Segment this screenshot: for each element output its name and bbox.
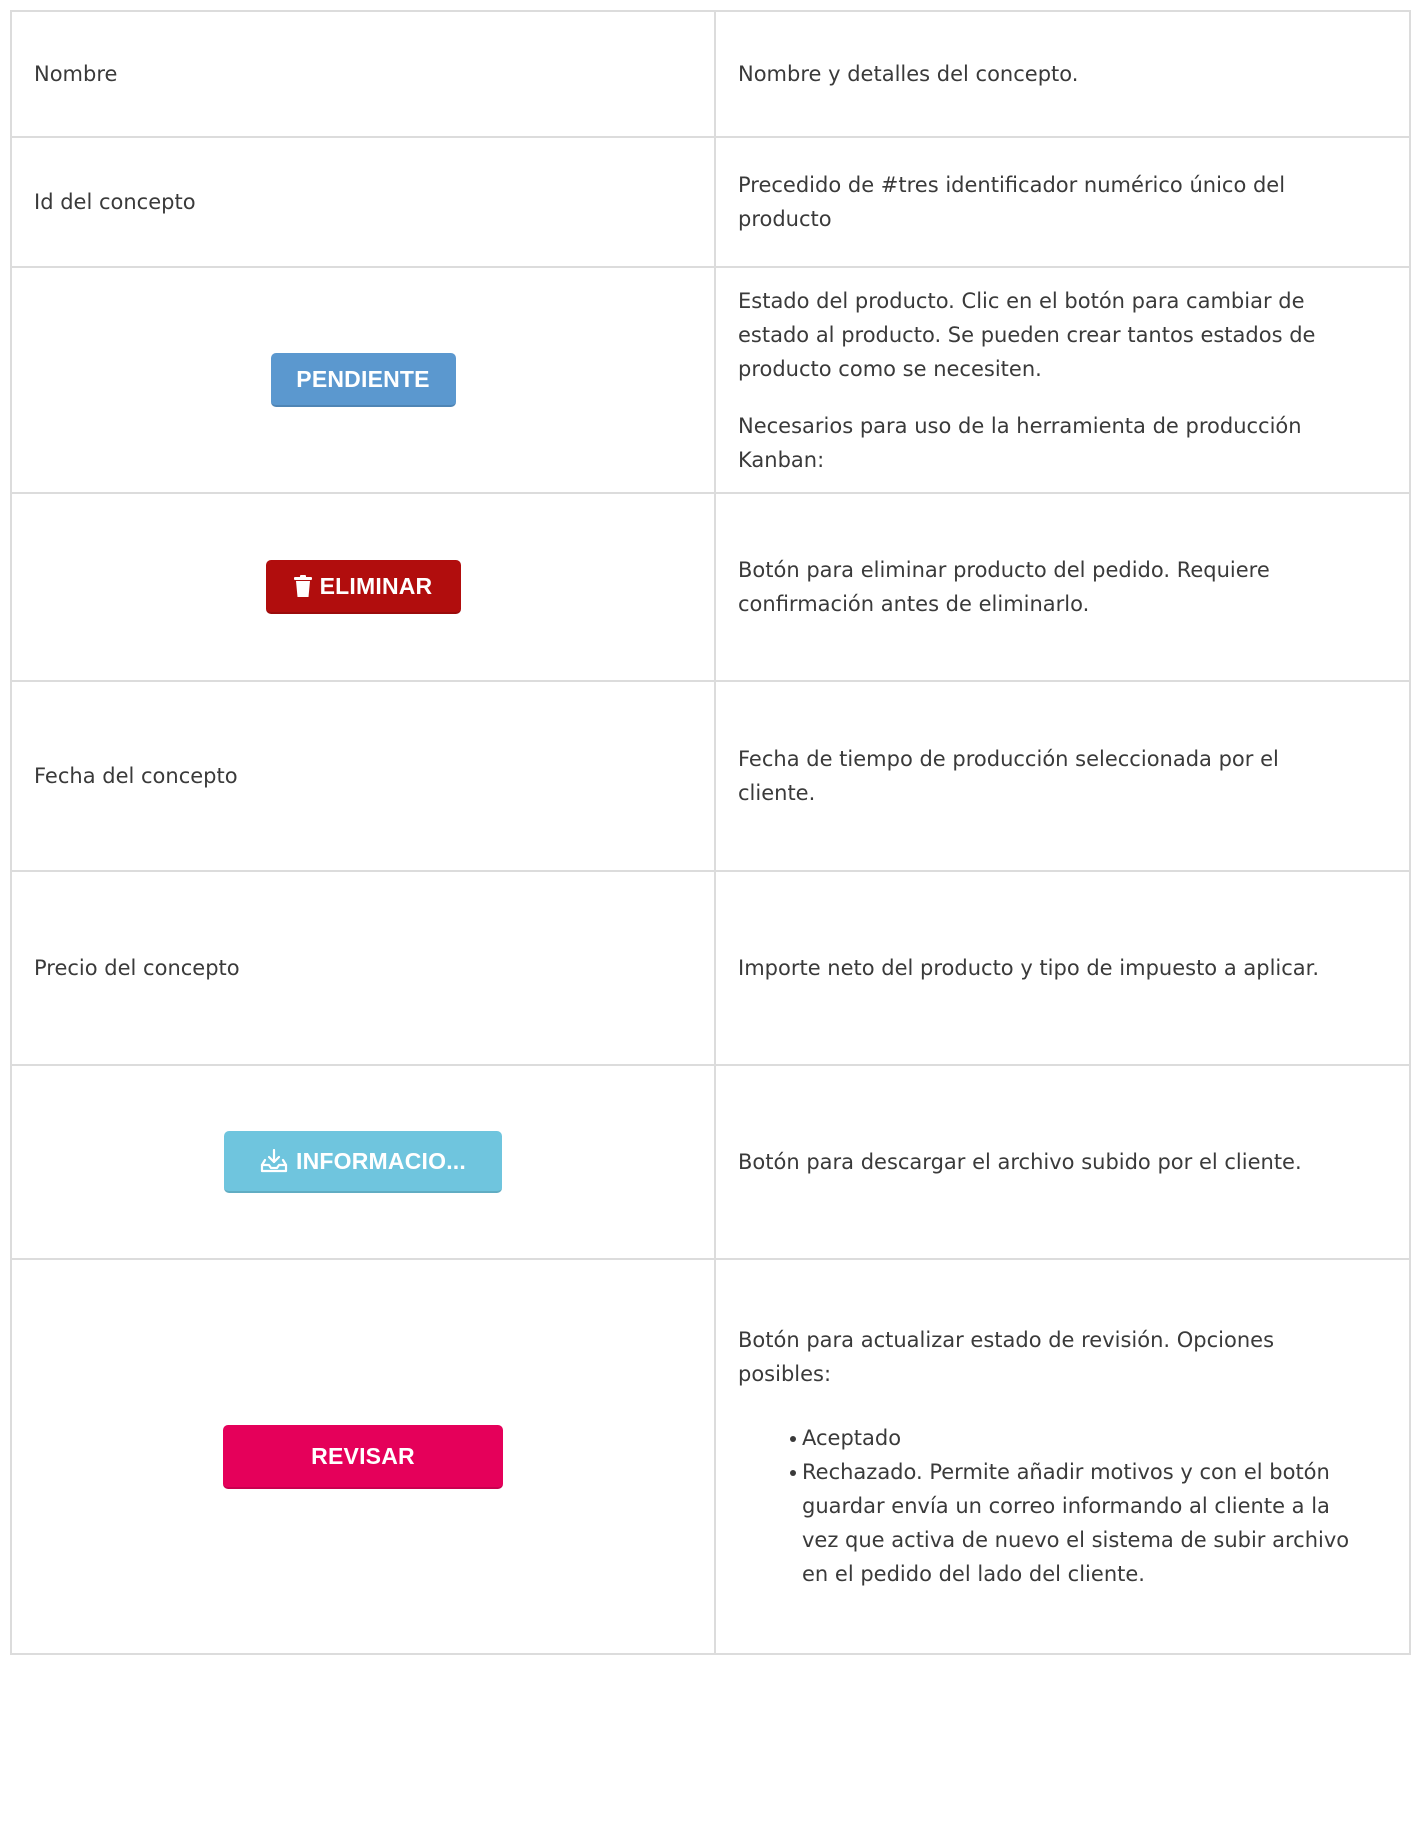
list-item: Aceptado — [790, 1421, 1357, 1455]
field-name-cell: Nombre — [10, 10, 716, 138]
button-label: PENDIENTE — [296, 366, 430, 392]
button-label: ELIMINAR — [319, 573, 433, 599]
field-label: Nombre — [34, 62, 118, 86]
list-item: Rechazado. Permite añadir motivos y con … — [790, 1455, 1357, 1591]
field-name-cell: Id del concepto — [10, 136, 716, 268]
field-label: Precio del concepto — [34, 956, 240, 980]
trash-icon — [293, 575, 312, 597]
field-description-cell: Estado del producto. Clic en el botón pa… — [714, 266, 1411, 494]
field-description: Botón para descargar el archivo subido p… — [738, 1150, 1302, 1174]
table-row: Fecha del concepto Fecha de tiempo de pr… — [10, 680, 1411, 872]
field-description-cell: Nombre y detalles del concepto. — [714, 10, 1411, 138]
field-description: Botón para actualizar estado de revisión… — [738, 1327, 1275, 1386]
field-description-cell: Fecha de tiempo de producción selecciona… — [714, 680, 1411, 872]
field-name-cell: ELIMINAR — [10, 492, 716, 682]
table-row: Precio del concepto Importe neto del pro… — [10, 870, 1411, 1066]
table-row: ELIMINAR Botón para eliminar producto de… — [10, 492, 1411, 682]
download-tray-icon — [260, 1149, 288, 1173]
pendiente-status-button[interactable]: PENDIENTE — [270, 353, 456, 407]
field-description: Botón para eliminar producto del pedido.… — [738, 558, 1270, 616]
field-name-cell: Precio del concepto — [10, 870, 716, 1066]
informacion-download-button[interactable]: INFORMACIO... — [224, 1131, 502, 1193]
field-name-cell: REVISAR — [10, 1258, 716, 1655]
concept-fields-table: Nombre Nombre y detalles del concepto. I… — [10, 10, 1411, 1655]
eliminar-button[interactable]: ELIMINAR — [265, 560, 461, 614]
field-description: Estado del producto. Clic en el botón pa… — [738, 288, 1316, 381]
button-label: REVISAR — [311, 1442, 415, 1469]
field-label: Fecha del concepto — [34, 764, 238, 788]
table-row: Nombre Nombre y detalles del concepto. — [10, 10, 1411, 138]
field-name-cell: PENDIENTE — [10, 266, 716, 494]
field-description-cell: Botón para descargar el archivo subido p… — [714, 1064, 1411, 1260]
field-description-cell: Botón para eliminar producto del pedido.… — [714, 492, 1411, 682]
revisar-button[interactable]: REVISAR — [223, 1424, 503, 1489]
table-row: REVISAR Botón para actualizar estado de … — [10, 1258, 1411, 1655]
field-description-cell: Importe neto del producto y tipo de impu… — [714, 870, 1411, 1066]
field-label: Id del concepto — [34, 190, 196, 214]
field-description: Necesarios para uso de la herramienta de… — [738, 413, 1302, 472]
field-description: Importe neto del producto y tipo de impu… — [738, 956, 1320, 980]
field-description: Fecha de tiempo de producción selecciona… — [738, 747, 1279, 805]
field-description: Nombre y detalles del concepto. — [738, 62, 1079, 86]
field-description-cell: Precedido de #tres identificador numéric… — [714, 136, 1411, 268]
table-row: Id del concepto Precedido de #tres ident… — [10, 136, 1411, 268]
table-row: INFORMACIO... Botón para descargar el ar… — [10, 1064, 1411, 1260]
field-description-cell: Botón para actualizar estado de revisión… — [714, 1258, 1411, 1655]
field-description: Precedido de #tres identificador numéric… — [738, 173, 1286, 231]
review-options-list: Aceptado Rechazado. Permite añadir motiv… — [738, 1421, 1357, 1591]
field-name-cell: INFORMACIO... — [10, 1064, 716, 1260]
button-label: INFORMACIO... — [296, 1148, 466, 1174]
field-name-cell: Fecha del concepto — [10, 680, 716, 872]
table-row: PENDIENTE Estado del producto. Clic en e… — [10, 266, 1411, 494]
